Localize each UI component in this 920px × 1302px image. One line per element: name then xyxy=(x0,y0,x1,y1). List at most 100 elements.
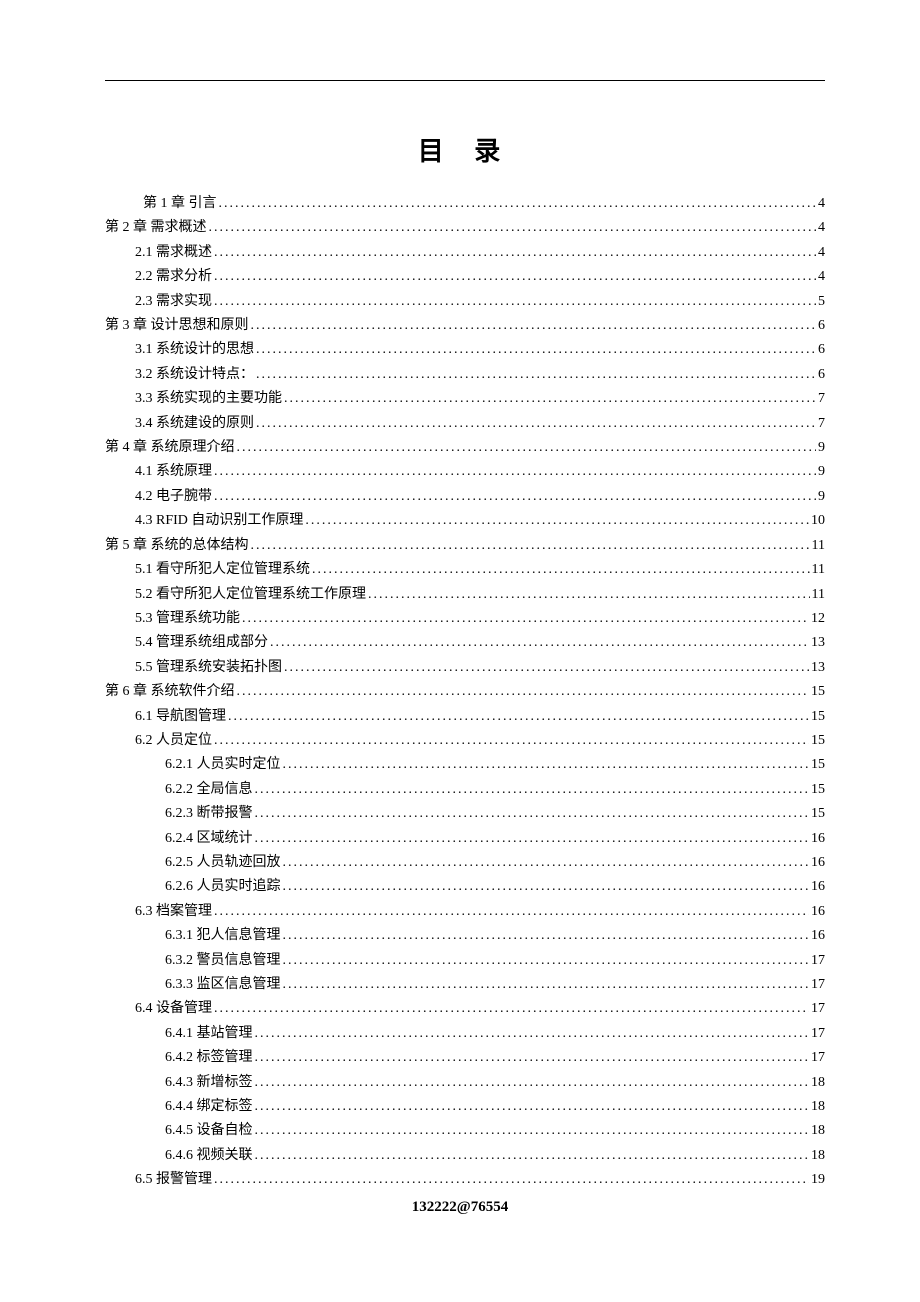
toc-leader xyxy=(256,338,816,362)
toc-entry-label: 6.2.1 人员实时定位 xyxy=(165,753,281,777)
toc-entry: 3.2 系统设计特点：6 xyxy=(105,363,825,387)
toc-entry: 第 6 章 系统软件介绍15 xyxy=(105,680,825,704)
toc-leader xyxy=(219,192,817,216)
toc-entry-label: 6.4.6 视频关联 xyxy=(165,1144,253,1168)
toc-leader xyxy=(214,290,816,314)
toc-entry: 6.4.3 新增标签 18 xyxy=(105,1071,825,1095)
toc-entry: 6.4.6 视频关联 18 xyxy=(105,1144,825,1168)
toc-entry-label: 6.3.3 监区信息管理 xyxy=(165,973,281,997)
toc-entry-label: 6.4.3 新增标签 xyxy=(165,1071,253,1095)
toc-leader xyxy=(255,1119,810,1143)
toc-entry-page: 6 xyxy=(818,314,825,338)
toc-entry-page: 17 xyxy=(811,1022,825,1046)
toc-entry-page: 6 xyxy=(818,338,825,362)
toc-entry-label: 6.4.4 绑定标签 xyxy=(165,1095,253,1119)
toc-leader xyxy=(368,583,810,607)
toc-entry: 6.4.2 标签管理 17 xyxy=(105,1046,825,1070)
toc-entry-label: 6.2.2 全局信息 xyxy=(165,778,253,802)
toc-entry-label: 4.1 系统原理 xyxy=(135,460,212,484)
toc-entry: 5.3 管理系统功能 12 xyxy=(105,607,825,631)
toc-leader xyxy=(256,412,816,436)
toc-entry-page: 17 xyxy=(811,1046,825,1070)
toc-leader xyxy=(214,729,809,753)
header-rule xyxy=(105,80,825,81)
toc-entry-page: 12 xyxy=(811,607,825,631)
toc-entry-page: 15 xyxy=(811,778,825,802)
toc-entry-label: 5.5 管理系统安装拓扑图 xyxy=(135,656,282,680)
toc-entry-label: 6.3.1 犯人信息管理 xyxy=(165,924,281,948)
toc-leader xyxy=(284,387,816,411)
toc-leader xyxy=(283,924,810,948)
toc-entry-label: 第 1 章 引言 xyxy=(143,192,217,216)
toc-entry: 2.2 需求分析4 xyxy=(105,265,825,289)
toc-entry: 6.4.5 设备自检18 xyxy=(105,1119,825,1143)
toc-entry-label: 5.3 管理系统功能 xyxy=(135,607,240,631)
toc-entry: 3.4 系统建设的原则7 xyxy=(105,412,825,436)
toc-leader xyxy=(255,1095,810,1119)
toc-entry-label: 5.1 看守所犯人定位管理系统 xyxy=(135,558,310,582)
toc-leader xyxy=(255,1144,810,1168)
toc-leader xyxy=(270,631,809,655)
toc-leader xyxy=(284,656,809,680)
toc-entry: 5.5 管理系统安装拓扑图13 xyxy=(105,656,825,680)
toc-entry-page: 15 xyxy=(811,680,825,704)
toc-leader xyxy=(255,802,810,826)
toc-entry: 3.1 系统设计的思想 6 xyxy=(105,338,825,362)
toc-entry-label: 6.4.1 基站管理 xyxy=(165,1022,253,1046)
toc-entry-label: 3.3 系统实现的主要功能 xyxy=(135,387,282,411)
toc-entry-label: 6.3.2 警员信息管理 xyxy=(165,949,281,973)
toc-entry: 4.1 系统原理9 xyxy=(105,460,825,484)
toc-entry-label: 3.1 系统设计的思想 xyxy=(135,338,254,362)
toc-entry-page: 18 xyxy=(811,1095,825,1119)
toc-entry-page: 16 xyxy=(811,900,825,924)
toc-entry: 第 2 章 需求概述 4 xyxy=(105,216,825,240)
toc-leader xyxy=(312,558,810,582)
toc-entry: 6.3.1 犯人信息管理16 xyxy=(105,924,825,948)
toc-leader xyxy=(283,753,810,777)
toc-entry-page: 16 xyxy=(811,875,825,899)
toc-entry: 6.4.1 基站管理 17 xyxy=(105,1022,825,1046)
toc-entry: 6.1 导航图管理15 xyxy=(105,705,825,729)
toc-entry-page: 19 xyxy=(811,1168,825,1192)
toc-entry: 6.2 人员定位15 xyxy=(105,729,825,753)
toc-leader xyxy=(283,973,810,997)
toc-title: 目 录 xyxy=(105,131,825,168)
toc-entry-page: 11 xyxy=(812,583,825,607)
toc-entry: 4.2 电子腕带9 xyxy=(105,485,825,509)
toc-entry-label: 6.3 档案管理 xyxy=(135,900,212,924)
toc-entry: 第 5 章 系统的总体结构11 xyxy=(105,534,825,558)
toc-leader xyxy=(255,1046,810,1070)
toc-entry: 第 3 章 设计思想和原则 6 xyxy=(105,314,825,338)
toc-entry-label: 2.3 需求实现 xyxy=(135,290,212,314)
toc-entry-label: 6.2.5 人员轨迹回放 xyxy=(165,851,281,875)
toc-entry-page: 15 xyxy=(811,705,825,729)
toc-entry-page: 7 xyxy=(818,387,825,411)
toc-leader xyxy=(237,680,810,704)
toc-entry-label: 第 2 章 需求概述 xyxy=(105,216,207,240)
toc-entry-page: 17 xyxy=(811,949,825,973)
toc-leader xyxy=(305,509,809,533)
toc-entry-label: 6.4.2 标签管理 xyxy=(165,1046,253,1070)
toc-entry: 2.3 需求实现5 xyxy=(105,290,825,314)
toc-leader xyxy=(214,900,809,924)
toc-leader xyxy=(214,460,816,484)
toc-entry: 第 1 章 引言 4 xyxy=(105,192,825,216)
toc-entry-page: 4 xyxy=(818,216,825,240)
toc-entry-label: 4.2 电子腕带 xyxy=(135,485,212,509)
toc-entry: 6.3 档案管理 16 xyxy=(105,900,825,924)
toc-entry-label: 第 3 章 设计思想和原则 xyxy=(105,314,249,338)
toc-entry-label: 3.4 系统建设的原则 xyxy=(135,412,254,436)
toc-entry: 6.3.2 警员信息管理 17 xyxy=(105,949,825,973)
toc-entry-label: 6.2.6 人员实时追踪 xyxy=(165,875,281,899)
toc-entry-page: 18 xyxy=(811,1071,825,1095)
toc-entry-label: 6.5 报警管理 xyxy=(135,1168,212,1192)
toc-entry-page: 4 xyxy=(818,192,825,216)
toc-entry-page: 18 xyxy=(811,1119,825,1143)
toc-entry-label: 第 4 章 系统原理介绍 xyxy=(105,436,235,460)
toc-entry-label: 4.3 RFID 自动识别工作原理 xyxy=(135,509,303,533)
toc-entry-label: 2.2 需求分析 xyxy=(135,265,212,289)
toc-entry-page: 18 xyxy=(811,1144,825,1168)
toc-list: 第 1 章 引言4第 2 章 需求概述42.1 需求概述42.2 需求分析42.… xyxy=(105,192,825,1193)
toc-entry-page: 17 xyxy=(811,997,825,1021)
toc-entry-label: 3.2 系统设计特点： xyxy=(135,363,254,387)
